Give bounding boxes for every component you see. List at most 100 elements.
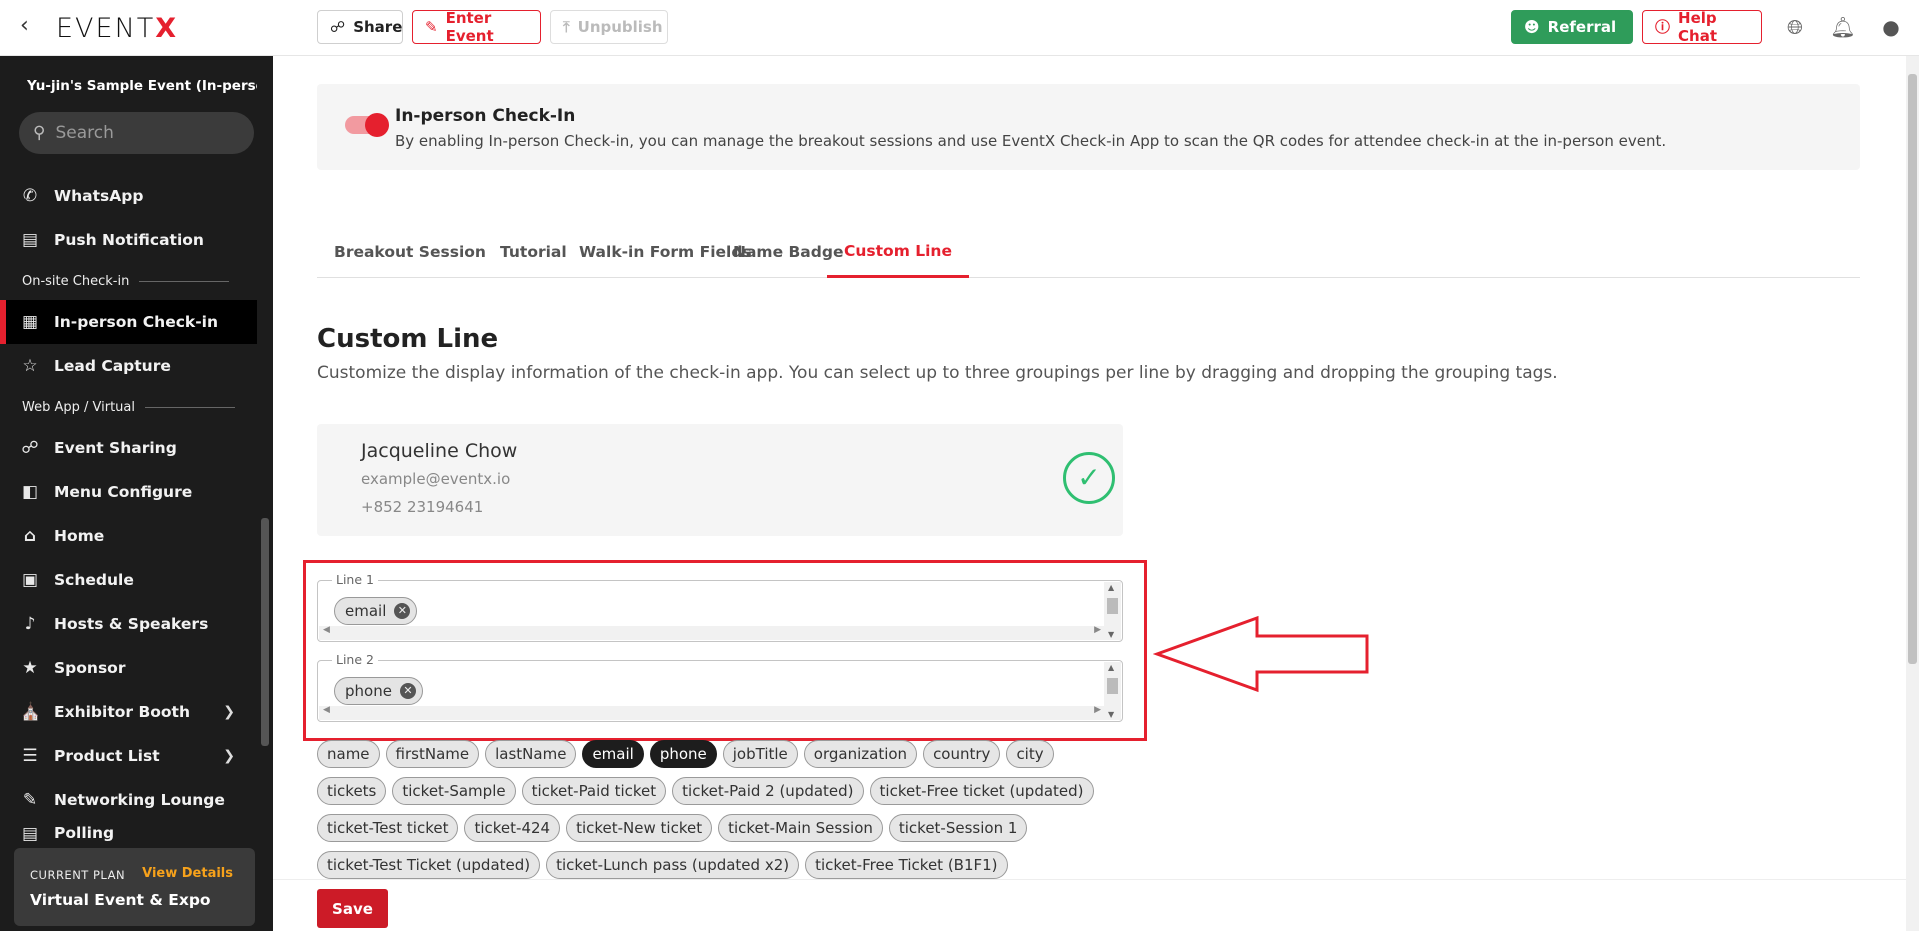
sidebar-item-exhibitor-booth[interactable]: ⛪ Exhibitor Booth ❯ [0,690,257,734]
search-icon: ⚲ [33,123,46,143]
nav-group-web-app: Web App / Virtual [0,388,257,426]
remove-chip-icon[interactable]: ✕ [394,603,411,619]
preview-phone: +852 23194641 [361,498,484,516]
sidebar-item-schedule[interactable]: ▣ Schedule [0,558,257,602]
sidebar-item-push-notification[interactable]: ▤ Push Notification [0,218,257,262]
back-chevron-icon[interactable]: ‹ [20,14,40,38]
line-chip-label: phone [345,682,392,700]
remove-chip-icon[interactable]: ✕ [399,683,416,699]
grouping-tag[interactable]: lastName [485,740,577,768]
whatsapp-icon: ✆ [22,186,38,206]
sidebar-item-event-sharing[interactable]: ☍ Event Sharing [0,426,257,470]
sidebar-item-whatsapp[interactable]: ✆ WhatsApp [0,174,257,218]
sidebar-item-label: In-person Check-in [54,313,218,331]
sidebar-search[interactable]: ⚲ [19,112,254,154]
eventx-logo[interactable]: EVENTX [56,13,178,44]
lead-capture-icon: ☆ [22,356,38,376]
grouping-tag[interactable]: name [317,740,380,768]
grouping-tag[interactable]: phone [649,740,717,768]
sidebar-item-lead-capture[interactable]: ☆ Lead Capture [0,344,257,388]
sponsor-icon: ★ [22,658,38,678]
grouping-tag[interactable]: firstName [385,740,480,768]
tag-row: name firstName lastName email phone jobTitle o… [317,740,1217,768]
line-2-dropzone[interactable]: Line 2 phone ✕ ◀ ▶ ▲ ▼ [317,652,1123,722]
tab-bar: Breakout Session Tutorial Walk-in Form F… [317,226,1860,278]
tag-row: tickets ticket-Sample ticket-Paid ticket ti… [317,777,1217,805]
vertical-scrollbar[interactable]: ▲ ▼ [1104,582,1121,640]
grouping-tag[interactable]: email [582,740,644,768]
vertical-scrollbar[interactable]: ▲ ▼ [1104,662,1121,720]
unpublish-label: Unpublish [577,18,663,36]
enter-event-button[interactable]: ✎ Enter Event [412,9,541,45]
bell-icon[interactable]: 🔔︎ [1830,14,1856,40]
help-chat-label: Help Chat [1678,9,1717,45]
grouping-tag[interactable]: ticket-Test ticket [317,814,459,842]
sidebar-item-sponsor[interactable]: ★ Sponsor [0,646,257,690]
plan-label: CURRENT PLAN [30,868,126,882]
referral-button[interactable]: ☻ Referral [1511,10,1633,44]
toggle-knob [365,113,389,137]
chevron-down-icon: ❯ [223,748,235,764]
globe-icon[interactable]: 🌐︎ [1782,14,1808,40]
horizontal-scrollbar[interactable]: ◀ ▶ [319,705,1105,720]
sidebar-item-product-list[interactable]: ☰ Product List ❯ [0,734,257,778]
tab-breakout-session[interactable]: Breakout Session [317,226,503,278]
line-chip[interactable]: email ✕ [334,597,418,625]
booth-icon: ⛪ [20,702,42,722]
sidebar-item-in-person-check-in[interactable]: ▦ In-person Check-in [0,300,257,344]
referral-label: Referral [1547,18,1617,36]
grouping-tag[interactable]: ticket-Test Ticket (updated) [317,851,541,879]
grouping-tag[interactable]: organization [803,740,918,768]
sidebar-scrollbar[interactable] [259,174,269,864]
save-button[interactable]: Save [317,889,388,928]
grouping-tag[interactable]: ticket-Paid ticket [521,777,667,805]
grouping-tag[interactable]: ticket-Lunch pass (updated x2) [546,851,800,879]
main-scrollbar[interactable] [1906,56,1919,931]
check-in-toggle[interactable] [345,113,389,137]
sidebar-item-menu-configure[interactable]: ◧ Menu Configure [0,470,257,514]
grouping-tag[interactable]: country [923,740,1001,768]
user-account-icon[interactable]: ● [1878,14,1904,40]
sidebar-item-label: Home [54,527,105,545]
search-input[interactable] [55,123,226,143]
line-chip-label: email [345,602,387,620]
sidebar-item-label: Product List [54,747,160,765]
sidebar-item-label: Event Sharing [54,439,177,457]
sidebar-item-polling[interactable]: ▤ Polling [0,822,257,844]
home-icon: ⌂ [23,526,37,546]
help-chat-button[interactable]: ⓘ Help Chat [1642,9,1762,45]
grouping-tag[interactable]: ticket-424 [464,814,561,842]
sidebar-item-label: Schedule [54,571,134,589]
line-1-dropzone[interactable]: Line 1 email ✕ ◀ ▶ ▲ ▼ [317,572,1123,642]
check-circle-icon: ✓ [1063,452,1115,504]
grouping-tag[interactable]: ticket-Sample [392,777,516,805]
grouping-tag[interactable]: ticket-New ticket [566,814,713,842]
view-details-link[interactable]: View Details [142,866,233,881]
sidebar-item-home[interactable]: ⌂ Home [0,514,257,558]
main-scroll-thumb[interactable] [1908,74,1917,664]
grouping-tag[interactable]: ticket-Paid 2 (updated) [672,777,864,805]
sidebar-item-label: Sponsor [54,659,126,677]
preview-email: example@eventx.io [361,470,511,488]
grouping-tag[interactable]: jobTitle [722,740,798,768]
line-chip[interactable]: phone ✕ [334,677,423,705]
event-title[interactable]: Yu-jin's Sample Event (In-perso... [27,78,257,94]
grouping-tag[interactable]: ticket-Session 1 [888,814,1028,842]
sidebar-item-networking-lounge[interactable]: ✎ Networking Lounge [0,778,257,822]
grouping-tag[interactable]: ticket-Free Ticket (B1F1) [805,851,1008,879]
help-circle-icon: ⓘ [1655,17,1671,36]
sidebar-item-label: Polling [54,824,115,842]
grouping-tag[interactable]: city [1006,740,1054,768]
sidebar-item-label: Menu Configure [54,483,193,501]
sidebar-item-hosts-speakers[interactable]: ♪ Hosts & Speakers [0,602,257,646]
horizontal-scrollbar[interactable]: ◀ ▶ [319,625,1105,640]
sidebar-scroll-thumb[interactable] [261,518,269,746]
unpublish-button[interactable]: ⤒ Unpublish [550,10,668,44]
grouping-tag[interactable]: tickets [317,777,387,805]
grouping-tag[interactable]: ticket-Main Session [718,814,883,842]
share-button[interactable]: ☍ Share [317,10,403,44]
unpublish-icon: ⤒ [563,17,570,36]
share-label: Share [353,18,403,36]
tab-custom-line[interactable]: Custom Line [827,226,969,278]
grouping-tag[interactable]: ticket-Free ticket (updated) [869,777,1094,805]
